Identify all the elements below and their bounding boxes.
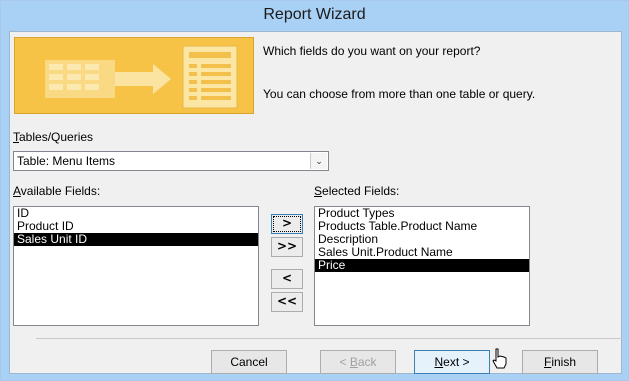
report-graphic-icon [15, 38, 253, 113]
cancel-button[interactable]: Cancel [211, 350, 287, 374]
selected-fields-label: Selected Fields: [314, 184, 400, 198]
remove-field-button[interactable]: < [271, 269, 303, 289]
tables-queries-dropdown[interactable]: Table: Menu Items ⌄ [13, 151, 329, 171]
selected-fields-list[interactable]: Product Types Products Table.Product Nam… [314, 206, 530, 326]
finish-button[interactable]: Finish [522, 350, 598, 374]
tables-queries-label: Tables/Queries [13, 130, 94, 144]
next-button[interactable]: Next > [414, 350, 490, 374]
list-item[interactable]: Price [315, 259, 529, 272]
wizard-client-area: Which fields do you want on your report?… [9, 31, 624, 374]
list-item[interactable]: Sales Unit.Product Name [315, 246, 529, 259]
divider [36, 338, 624, 339]
tables-queries-value: Table: Menu Items [17, 154, 116, 168]
list-item[interactable]: Sales Unit ID [14, 233, 258, 246]
remove-all-fields-button[interactable]: << [271, 292, 303, 312]
available-fields-label: Available Fields: [13, 184, 101, 198]
report-wizard-window: Report Wizard Which fields do you want o… [0, 0, 629, 381]
hint-text: You can choose from more than one table … [263, 87, 536, 101]
add-all-fields-button[interactable]: >> [271, 237, 303, 257]
chevron-down-icon[interactable]: ⌄ [310, 153, 327, 169]
wizard-banner-illustration [14, 37, 254, 114]
available-fields-list[interactable]: ID Product ID Sales Unit ID [13, 206, 259, 326]
add-field-button[interactable]: > [271, 214, 303, 234]
back-button[interactable]: < Back [320, 350, 396, 374]
hand-pointer-icon [491, 348, 509, 373]
window-title: Report Wizard [1, 1, 628, 29]
question-text: Which fields do you want on your report? [263, 44, 481, 58]
